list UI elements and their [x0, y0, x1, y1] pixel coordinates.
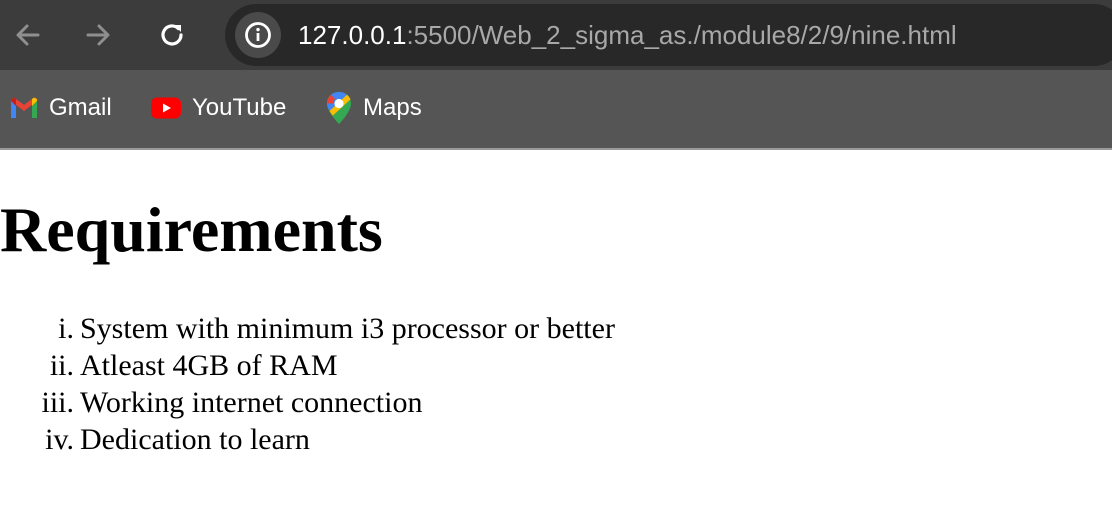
- list-item-text: Working internet connection: [80, 386, 423, 419]
- url-text[interactable]: 127.0.0.1:5500/Web_2_sigma_as./module8/2…: [298, 18, 957, 52]
- list-item: i. System with minimum i3 processor or b…: [0, 310, 615, 347]
- list-item: iv. Dedication to learn: [0, 421, 615, 458]
- gmail-icon: [11, 97, 37, 118]
- list-item: iii. Working internet connection: [0, 384, 615, 421]
- bookmark-maps[interactable]: Maps: [325, 92, 422, 124]
- list-item: ii. Atleast 4GB of RAM: [0, 347, 615, 384]
- page-title: Requirements: [0, 194, 383, 265]
- address-bar[interactable]: 127.0.0.1:5500/Web_2_sigma_as./module8/2…: [225, 4, 1112, 66]
- browser-toolbar: 127.0.0.1:5500/Web_2_sigma_as./module8/2…: [0, 0, 1112, 70]
- info-icon[interactable]: [235, 12, 281, 58]
- bookmarks-bar: Gmail YouTube Maps: [0, 70, 1112, 148]
- list-marker: iv.: [45, 423, 74, 456]
- url-path: :5500/Web_2_sigma_as./module8/2/9/nine.h…: [406, 20, 957, 50]
- list-marker: iii.: [41, 386, 74, 419]
- maps-icon: [327, 92, 351, 124]
- url-host: 127.0.0.1: [298, 20, 407, 50]
- list-item-text: Atleast 4GB of RAM: [80, 349, 338, 382]
- forward-arrow-icon[interactable]: [80, 17, 116, 53]
- list-marker: ii.: [49, 349, 74, 382]
- back-arrow-icon[interactable]: [10, 17, 46, 53]
- list-marker: i.: [58, 312, 74, 345]
- youtube-icon: [151, 97, 181, 119]
- list-item-text: System with minimum i3 processor or bett…: [80, 312, 615, 345]
- list-item-text: Dedication to learn: [80, 423, 310, 456]
- bookmark-gmail[interactable]: Gmail: [9, 92, 112, 124]
- bookmark-youtube[interactable]: YouTube: [150, 92, 286, 124]
- bookmark-label: Gmail: [49, 94, 112, 121]
- reload-icon[interactable]: [154, 17, 190, 53]
- bookmark-label: YouTube: [192, 94, 287, 121]
- page-content: Requirements i. System with minimum i3 p…: [0, 150, 1112, 518]
- requirements-list: i. System with minimum i3 processor or b…: [0, 310, 615, 458]
- bookmark-label: Maps: [363, 94, 422, 121]
